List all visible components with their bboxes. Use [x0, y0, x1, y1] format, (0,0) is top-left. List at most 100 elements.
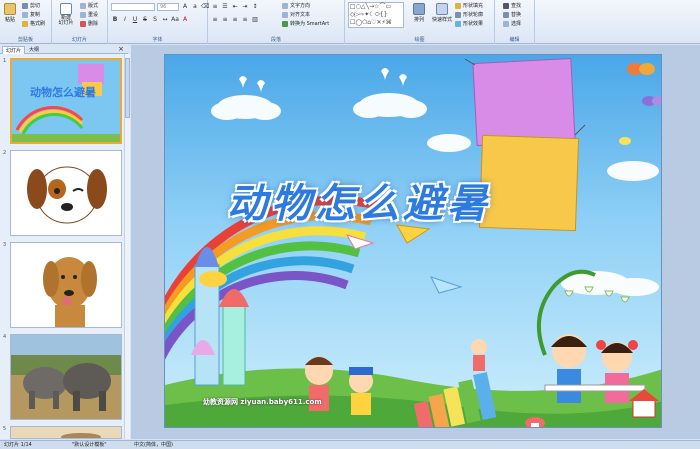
svg-text:动物怎么避暑: 动物怎么避暑	[30, 85, 96, 99]
quick-styles-icon	[436, 3, 448, 15]
replace-icon	[503, 11, 509, 18]
smartart-icon	[282, 20, 288, 27]
thumbnail-1-image: 动物怎么避暑	[12, 60, 120, 142]
slide-thumbnail-4[interactable]	[10, 334, 122, 420]
grow-font-icon[interactable]: A	[181, 3, 189, 11]
slides-group: 新建 幻灯片 版式 重设 删除 幻灯片	[52, 0, 108, 44]
line-spacing-icon[interactable]: ↕	[251, 3, 259, 11]
format-painter-button[interactable]: 格式刷	[22, 20, 45, 27]
thumbnail-2-image	[11, 151, 121, 235]
slide-title[interactable]: 动物怎么避暑	[227, 171, 491, 229]
align-left-icon[interactable]: ≡	[211, 16, 219, 24]
change-case-icon[interactable]: Aa	[171, 16, 179, 24]
arrange-icon	[413, 3, 425, 15]
reset-button[interactable]: 重设	[80, 11, 98, 18]
copy-button[interactable]: 复制	[22, 11, 40, 18]
language-status[interactable]: 中文(简体，中国)	[134, 441, 173, 449]
clipboard-label: 剪贴板	[17, 37, 33, 43]
smartart-button[interactable]: 转换为 SmartArt	[282, 20, 329, 27]
delete-slide-button[interactable]: 删除	[80, 20, 98, 27]
scissors-icon	[22, 2, 28, 9]
font-size-buttons: Aa ⌫	[181, 3, 210, 11]
shrink-font-icon[interactable]: a	[191, 3, 199, 11]
paragraph-group: ≡ ☰ ⇤ ⇥ ↕ ≡ ≡ ≡ ≡ ▥ 文字方向 对齐文本 转换为 SmartArt 段落	[208, 0, 345, 44]
slide-number: 2	[3, 150, 7, 156]
layout-icon	[80, 2, 86, 9]
quick-styles-button[interactable]: 快速样式	[431, 3, 453, 23]
strikethrough-icon[interactable]: S	[141, 16, 149, 24]
font-style-buttons: B I U S S ↔ Aa A	[111, 16, 189, 24]
theme-name: "默认设计模板"	[72, 442, 107, 448]
shadow-icon[interactable]: S	[151, 16, 159, 24]
binoculars-icon	[503, 2, 509, 9]
bold-icon[interactable]: B	[111, 16, 119, 24]
ribbon: 粘贴 剪切 复制 格式刷 剪贴板 新建 幻灯片 版式 重设 删除 幻灯片 96 …	[0, 0, 700, 44]
numbering-icon[interactable]: ☰	[221, 3, 229, 11]
font-size-combo[interactable]: 96	[157, 3, 179, 11]
shape-outline-button[interactable]: 形状轮廓	[455, 11, 483, 18]
slide-thumbnail-panel: 1 动物怎么避暑 2 3 4 5	[0, 54, 128, 439]
align-right-icon[interactable]: ≡	[231, 16, 239, 24]
paste-icon	[4, 3, 16, 15]
font-group: 96 Aa ⌫ B I U S S ↔ Aa A 字体	[108, 0, 210, 44]
slide-number: 3	[3, 242, 7, 248]
slide-count: 幻灯片 1/14	[4, 442, 32, 448]
slide-artwork	[165, 57, 661, 427]
align-center-icon[interactable]: ≡	[221, 16, 229, 24]
replace-button[interactable]: 替换	[503, 11, 521, 18]
font-label: 字体	[152, 37, 163, 43]
slide-thumbnail-1[interactable]: 动物怎么避暑	[10, 58, 122, 144]
select-button[interactable]: 选择	[503, 20, 521, 27]
shape-fill-button[interactable]: 形状填充	[455, 2, 483, 9]
editing-group: 查找 替换 选择 编辑	[495, 0, 535, 44]
editing-label: 编辑	[509, 37, 520, 43]
layout-button[interactable]: 版式	[80, 2, 98, 9]
align-text-button[interactable]: 对齐文本	[282, 11, 310, 18]
cut-button[interactable]: 剪切	[22, 2, 40, 9]
find-button[interactable]: 查找	[503, 2, 521, 9]
arrange-button[interactable]: 排列	[409, 3, 429, 23]
paste-button[interactable]: 粘贴	[2, 3, 18, 23]
shapes-gallery[interactable]: □○△╲→☆⌒▭ ◇▷⇨✦☾⬭{} ☐◯⬠⌂♡✕⚡⌘	[348, 2, 404, 28]
brush-icon	[22, 20, 28, 27]
tab-outline[interactable]: 大纲	[26, 46, 42, 54]
list-buttons: ≡ ☰ ⇤ ⇥ ↕	[211, 3, 259, 11]
bullets-icon[interactable]: ≡	[211, 3, 219, 11]
status-bar: 幻灯片 1/14 "默认设计模板" 中文(简体，中国)	[0, 440, 700, 449]
paragraph-label: 段落	[270, 37, 281, 43]
italic-icon[interactable]: I	[121, 16, 129, 24]
slide-thumbnail-2[interactable]	[10, 150, 122, 236]
slides-label: 幻灯片	[71, 37, 87, 43]
drawing-group: □○△╲→☆⌒▭ ◇▷⇨✦☾⬭{} ☐◯⬠⌂♡✕⚡⌘ 排列 快速样式 形状填充 形状…	[345, 0, 495, 44]
font-name-combo[interactable]	[111, 3, 155, 11]
slide-number: 4	[3, 334, 7, 340]
effects-icon	[455, 20, 461, 27]
delete-icon	[80, 20, 86, 27]
slide-canvas[interactable]: 动物怎么避暑 幼教资源网 ziyuan.baby611.com	[164, 54, 662, 428]
panel-scrollbar[interactable]	[124, 54, 130, 439]
align-buttons: ≡ ≡ ≡ ≡ ▥	[211, 16, 259, 24]
copy-icon	[22, 11, 28, 18]
new-slide-button[interactable]: 新建 幻灯片	[56, 3, 76, 26]
text-direction-icon	[282, 2, 288, 9]
shape-effects-button[interactable]: 形状效果	[455, 20, 483, 27]
font-color-icon[interactable]: A	[181, 16, 189, 24]
columns-icon[interactable]: ▥	[251, 16, 259, 24]
slide-thumbnail-5[interactable]	[10, 426, 122, 439]
text-direction-button[interactable]: 文字方向	[282, 2, 310, 9]
decrease-indent-icon[interactable]: ⇤	[231, 3, 239, 11]
increase-indent-icon[interactable]: ⇥	[241, 3, 249, 11]
thumbnail-5-image	[11, 427, 121, 438]
slide-number: 5	[3, 426, 7, 432]
scrollbar-thumb[interactable]	[125, 58, 130, 118]
close-panel-icon[interactable]: ×	[118, 45, 124, 53]
panel-tabs: 幻灯片 大纲 ×	[0, 45, 128, 54]
slide-thumbnail-3[interactable]	[10, 242, 122, 328]
tab-slides[interactable]: 幻灯片	[2, 46, 26, 54]
char-spacing-icon[interactable]: ↔	[161, 16, 169, 24]
clipboard-group: 粘贴 剪切 复制 格式刷 剪贴板	[0, 0, 52, 44]
thumbnail-4-image	[11, 335, 121, 419]
underline-icon[interactable]: U	[131, 16, 139, 24]
drawing-label: 绘图	[414, 37, 425, 43]
justify-icon[interactable]: ≡	[241, 16, 249, 24]
